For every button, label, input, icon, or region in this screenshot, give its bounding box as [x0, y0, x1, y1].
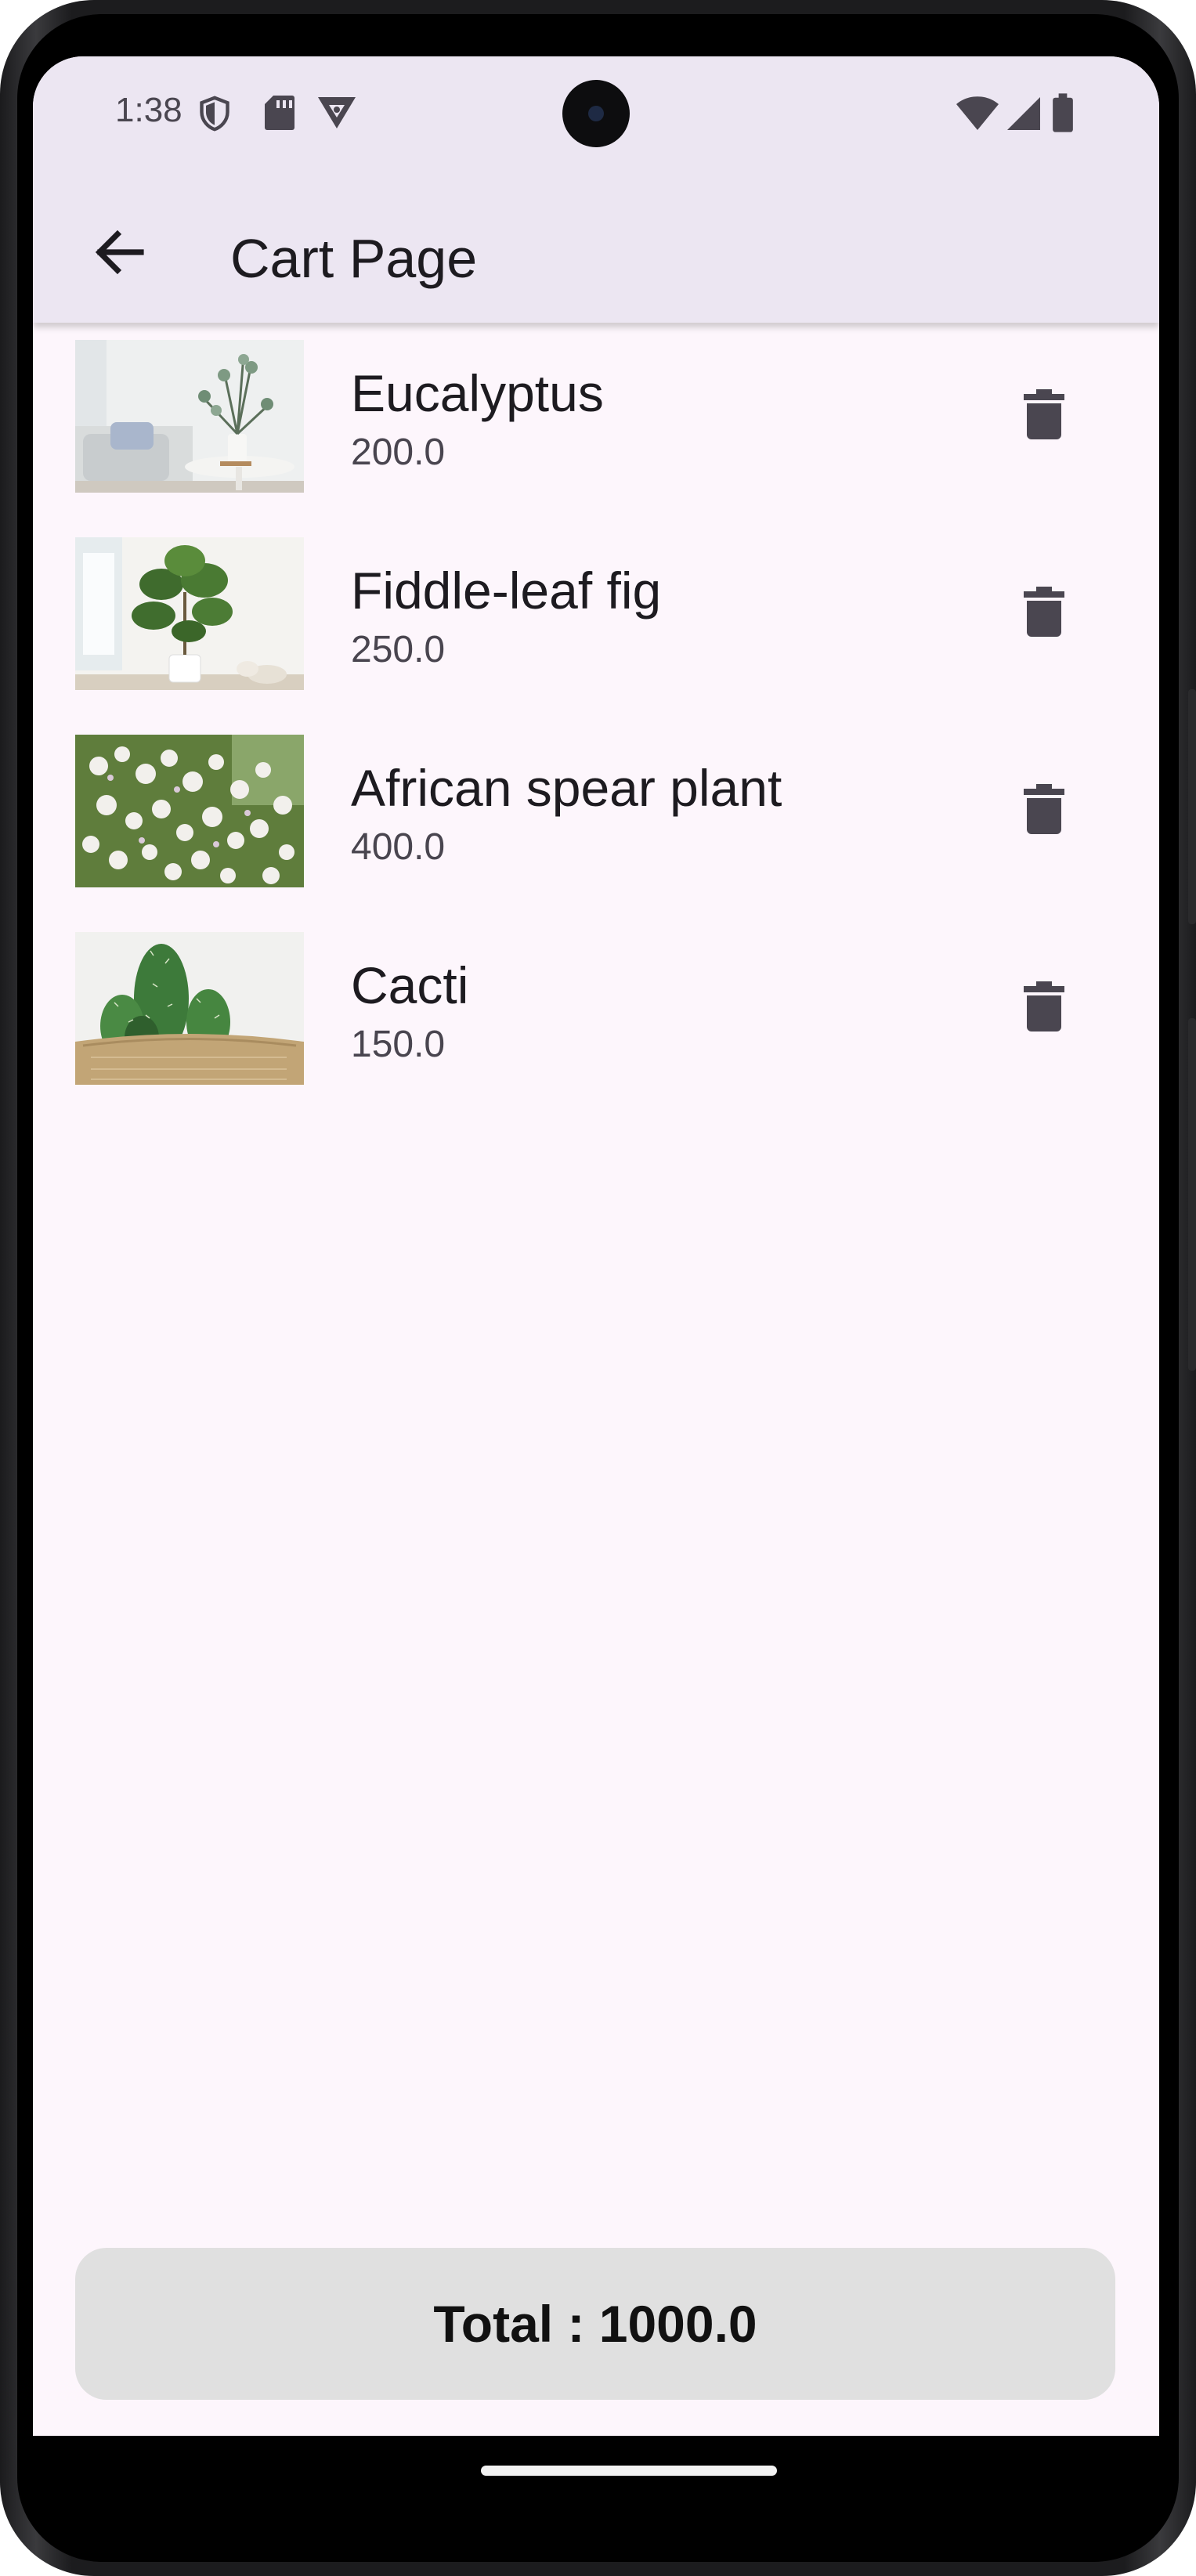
- item-name: Eucalyptus: [351, 364, 604, 422]
- item-price: 200.0: [351, 432, 446, 473]
- item-name: Cacti: [351, 956, 469, 1014]
- volume-button: [1188, 1018, 1196, 1371]
- cacti-photo: [75, 932, 304, 1085]
- vpn-key-icon: [318, 97, 356, 128]
- power-button: [1188, 689, 1196, 924]
- delete-button[interactable]: [993, 363, 1095, 465]
- top-app-bar: 1:38 Cart Page: [33, 56, 1159, 323]
- delete-button[interactable]: [993, 758, 1095, 860]
- home-gesture-handle[interactable]: [481, 2466, 777, 2476]
- delete-button[interactable]: [993, 956, 1095, 1057]
- trash-icon: [1024, 389, 1064, 439]
- fiddle-leaf-fig-photo: [75, 537, 304, 690]
- total-button[interactable]: Total : 1000.0: [75, 2248, 1115, 2400]
- page-title: Cart Page: [230, 228, 478, 289]
- item-price: 250.0: [351, 629, 446, 670]
- arrow-back-icon: [95, 229, 144, 275]
- battery-icon: [1053, 93, 1073, 132]
- list-item: African spear plant 400.0: [33, 717, 1159, 915]
- front-camera: [562, 80, 630, 147]
- trash-icon: [1024, 587, 1064, 637]
- item-name: Fiddle-leaf fig: [351, 562, 662, 620]
- item-price: 400.0: [351, 826, 446, 868]
- status-time: 1:38: [115, 91, 182, 129]
- item-price: 150.0: [351, 1024, 446, 1065]
- trash-icon: [1024, 784, 1064, 834]
- list-item: Cacti 150.0: [33, 915, 1159, 1112]
- app-screen: 1:38 Cart Page Eucalyptus 200.0 Fiddle-l…: [33, 56, 1159, 2436]
- african-spear-plant-photo: [75, 735, 304, 887]
- cell-signal-icon: [1007, 97, 1040, 130]
- wifi-icon: [956, 96, 999, 130]
- navigation-bar: [33, 2436, 1159, 2498]
- list-item: Fiddle-leaf fig 250.0: [33, 520, 1159, 717]
- shield-icon: [200, 96, 229, 132]
- sd-card-icon: [265, 96, 294, 130]
- back-button[interactable]: [80, 213, 158, 291]
- delete-button[interactable]: [993, 561, 1095, 663]
- trash-icon: [1024, 981, 1064, 1031]
- item-name: African spear plant: [351, 759, 782, 817]
- eucalyptus-photo: [75, 340, 304, 493]
- list-item: Eucalyptus 200.0: [33, 323, 1159, 520]
- total-label: Total : 1000.0: [433, 2295, 757, 2353]
